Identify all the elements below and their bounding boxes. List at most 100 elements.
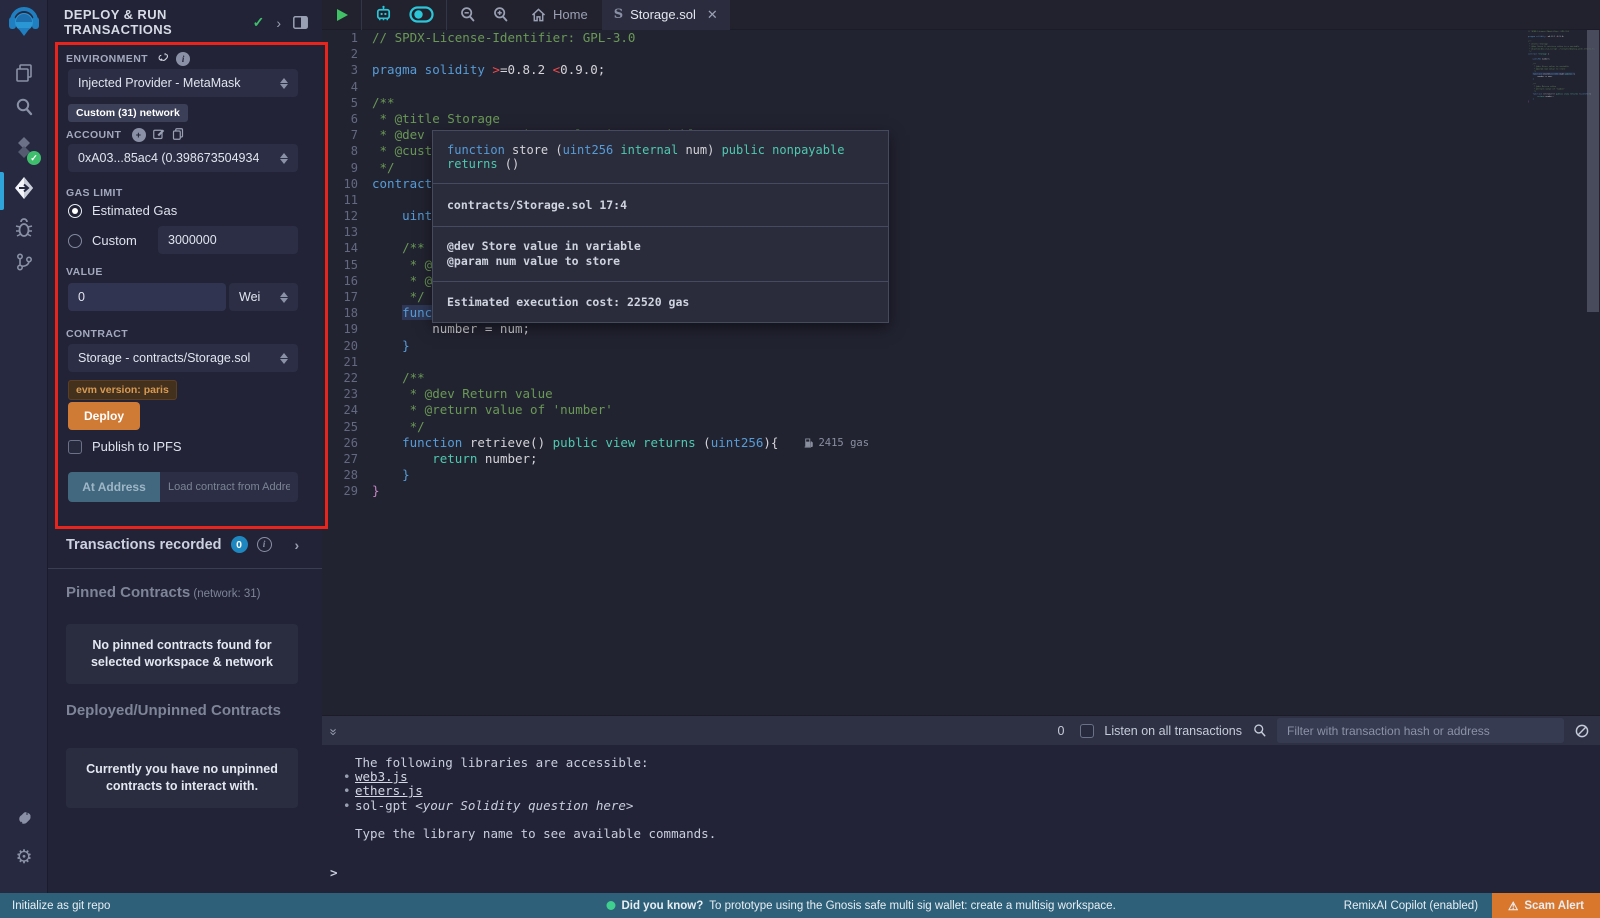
terminal-link[interactable]: web3.js [355,769,408,784]
code-line: 21 [322,354,1586,370]
git-icon[interactable] [0,248,48,276]
deployed-contracts-empty: Currently you have no unpinned contracts… [66,748,298,808]
run-script-icon[interactable] [322,8,357,22]
terminal-line: •ethers.js [322,784,1600,798]
terminal-line [322,813,1600,827]
custom-gas-radio[interactable]: Custom [68,233,137,248]
deploy-and-run-icon[interactable] [0,172,48,204]
solidity-file-icon: S [614,7,623,22]
tooltip-signature: function store (uint256 internal num) pu… [433,131,888,184]
network-badge: Custom (31) network [68,104,188,122]
zoom-out-icon[interactable] [451,6,484,23]
custom-gas-input[interactable]: 3000000 [158,226,298,254]
code-line: 2 [322,46,1586,62]
search-icon[interactable] [0,94,48,120]
debugger-icon[interactable] [0,214,48,242]
collapse-terminal-icon[interactable]: » [327,728,342,732]
terminal-filter-input[interactable] [1277,718,1564,743]
did-you-know-tip: Did you know? To prototype using the Gno… [606,900,1115,912]
settings-gear-icon[interactable]: ⚙ [0,843,48,871]
code-line: 27 return number; [322,451,1586,467]
gas-limit-label: GAS LIMIT [66,187,123,199]
tab-storage-sol[interactable]: S Storage.sol ✕ [602,0,730,30]
evm-version-badge: evm version: paris [68,380,177,400]
function-hover-tooltip: function store (uint256 internal num) pu… [432,130,889,323]
at-address-button[interactable]: At Address [68,472,160,502]
copilot-status[interactable]: RemixAI Copilot (enabled) [1344,900,1492,912]
publish-ipfs-checkbox[interactable]: Publish to IPFS [68,439,182,454]
transactions-info-icon[interactable]: i [257,537,272,552]
terminal-line: •sol-gpt <your Solidity question here> [322,799,1600,813]
terminal-link[interactable]: ethers.js [355,783,423,798]
at-address-input[interactable] [160,472,298,502]
gas-estimate-badge: 2415 gas [804,435,869,451]
value-input[interactable]: 0 [68,283,226,311]
terminal-line: •web3.js [322,770,1600,784]
terminal-search-icon[interactable] [1252,723,1267,738]
warning-icon: ⚠ [1508,899,1518,913]
environment-info-icon[interactable]: i [176,52,190,66]
tab-home[interactable]: Home [517,7,602,22]
transactions-expand-icon[interactable]: › [295,537,300,553]
deployed-contracts-heading: Deployed/Unpinned Contracts [66,702,281,719]
copilot-toggle-icon[interactable] [401,6,442,23]
section-divider [48,568,322,569]
estimated-gas-radio[interactable]: Estimated Gas [68,203,177,218]
tooltip-doc: @dev Store value in variable @param num … [433,227,888,282]
remixai-assistant-icon[interactable] [366,5,401,24]
copy-address-icon[interactable] [172,128,184,140]
code-line: 5/** [322,95,1586,111]
listen-all-label: Listen on all transactions [1104,724,1242,738]
code-line: 4 [322,79,1586,95]
git-init-button[interactable]: Initialize as git repo [0,900,110,912]
pinned-contracts-heading: Pinned Contracts (network: 31) [66,584,261,601]
environment-select[interactable]: Injected Provider - MetaMask [68,69,298,97]
panel-check-icon: ✓ [253,14,265,31]
code-line: 22 /** [322,370,1586,386]
code-line: 3pragma solidity >=0.8.2 <0.9.0; [322,62,1586,78]
environment-label: ENVIRONMENT i [66,52,190,66]
panel-title: DEPLOY & RUN TRANSACTIONS [64,7,244,37]
value-unit-select[interactable]: Wei [229,283,298,311]
contract-select[interactable]: Storage - contracts/Storage.sol [68,344,298,372]
zoom-in-icon[interactable] [484,6,517,23]
transactions-recorded-row[interactable]: Transactions recorded 0 i › [66,536,299,553]
panel-expand-icon[interactable]: › [276,15,281,31]
sign-message-icon[interactable] [153,128,165,140]
code-line: 29} [322,483,1586,499]
code-line: 1// SPDX-License-Identifier: GPL-3.0 [322,30,1586,46]
scam-alert-button[interactable]: ⚠ Scam Alert [1492,893,1600,918]
chevron-updown-icon [280,78,288,89]
account-select[interactable]: 0xA03...85ac4 (0.398673504934 [68,144,298,172]
plugin-manager-icon[interactable] [0,805,48,833]
pin-panel-icon[interactable] [293,16,308,29]
solidity-compiler-icon[interactable]: ✓ [0,133,48,163]
terminal[interactable]: The following libraries are accessible:•… [322,745,1600,893]
editor-tab-bar: Home S Storage.sol ✕ [322,0,1600,30]
clear-console-icon[interactable] [1574,723,1590,739]
editor-scrollbar [1586,30,1600,715]
close-tab-icon[interactable]: ✕ [707,7,718,23]
scrollbar-thumb[interactable] [1587,30,1599,312]
tooltip-cost: Estimated execution cost: 22520 gas [433,282,888,322]
remix-logo-icon[interactable] [0,5,48,41]
code-line: 19 number = num; [322,321,1586,337]
add-account-icon[interactable]: + [132,128,146,142]
terminal-line: The following libraries are accessible: [322,756,1600,770]
listen-all-checkbox[interactable] [1080,724,1094,738]
code-line: 25 */ [322,419,1586,435]
terminal-toolbar: » 0 Listen on all transactions [322,715,1600,745]
file-explorer-icon[interactable] [0,60,48,86]
home-icon [531,8,546,22]
compile-success-badge: ✓ [27,151,41,165]
code-line: 26 function retrieve() public view retur… [322,435,1586,451]
plug-icon[interactable] [158,52,169,63]
contract-label: CONTRACT [66,328,128,340]
code-line: 24 * @return value of 'number' [322,402,1586,418]
code-line: 28 } [322,467,1586,483]
transactions-recorded-label: Transactions recorded [66,537,222,553]
deploy-run-panel: DEPLOY & RUN TRANSACTIONS ✓ › ENVIRONMEN… [48,0,322,893]
pinned-contracts-empty: No pinned contracts found for selected w… [66,624,298,684]
transactions-count-badge: 0 [231,536,248,553]
deploy-button[interactable]: Deploy [68,402,140,430]
